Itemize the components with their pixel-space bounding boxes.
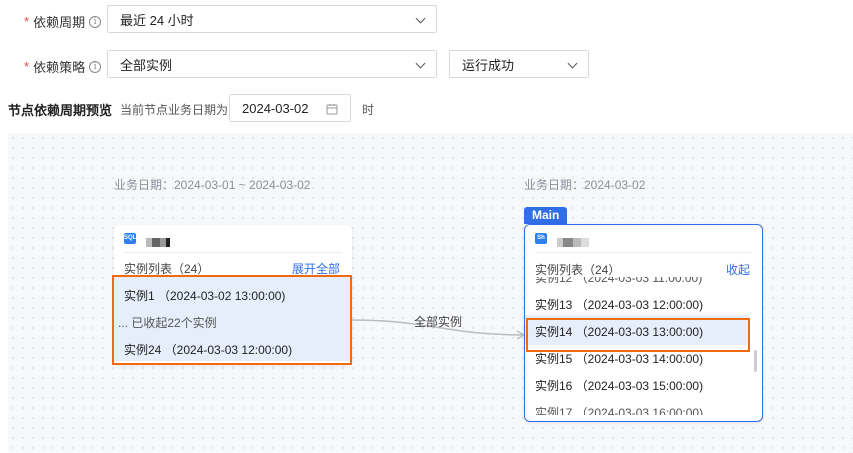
date-value: 2024-03-02 <box>242 100 309 116</box>
info-icon[interactable]: i <box>89 15 102 28</box>
required-mark: * <box>24 14 30 29</box>
period-row: * 依赖周期 i <box>24 12 102 31</box>
hour-suffix: 时 <box>362 103 375 117</box>
required-mark: * <box>24 59 30 74</box>
strategy-label-group: * 依赖策略 i <box>24 57 102 76</box>
period-label-group: * 依赖周期 i <box>24 12 102 31</box>
calendar-icon <box>326 104 338 115</box>
edge-label: 全部实例 <box>414 315 463 329</box>
instance-item[interactable]: 实例13 （2024-03-03 12:00:00) <box>535 296 703 313</box>
status-select[interactable]: 运行成功 <box>449 50 589 78</box>
highlight-box-upstream <box>112 275 352 365</box>
upstream-node-header: SQL <box>124 233 170 248</box>
shell-icon: Sh <box>535 233 547 244</box>
period-label: 依赖周期 <box>33 15 86 30</box>
date-input[interactable]: 2024-03-02 <box>229 94 351 122</box>
instance-item[interactable]: 实例17 （2024-03-03 16:00:00) <box>535 404 703 415</box>
strategy-label: 依赖策略 <box>33 60 86 75</box>
divider <box>124 252 342 253</box>
instance-item[interactable]: 实例12 （2024-03-03 11:00:00) <box>535 277 702 286</box>
sql-icon: SQL <box>124 233 136 244</box>
chevron-down-icon <box>415 13 426 24</box>
instance-item[interactable]: 实例15 （2024-03-03 14:00:00) <box>535 350 703 367</box>
preview-title: 节点依赖周期预览 <box>8 103 113 118</box>
chevron-down-icon <box>567 58 578 69</box>
chevron-down-icon <box>415 58 426 69</box>
dependency-canvas[interactable]: 业务日期：2024-03-01 ~ 2024-03-02 业务日期：2024-0… <box>8 133 853 453</box>
instance-item[interactable]: 实例16 （2024-03-03 15:00:00) <box>535 377 703 394</box>
info-icon[interactable]: i <box>89 60 102 73</box>
status-select-value: 运行成功 <box>462 57 515 73</box>
date-prefix: 当前节点业务日期为 <box>120 103 229 117</box>
period-select-value: 最近 24 小时 <box>120 12 194 28</box>
highlight-box-selected <box>526 318 750 352</box>
strategy-row: * 依赖策略 i <box>24 57 102 76</box>
strategy-select-value: 全部实例 <box>120 57 173 73</box>
masked-node-name <box>146 234 170 248</box>
period-select[interactable]: 最近 24 小时 <box>107 5 437 33</box>
main-badge: Main <box>524 207 568 224</box>
strategy-select[interactable]: 全部实例 <box>107 50 437 78</box>
scrollbar[interactable] <box>754 350 757 372</box>
preview-row: 节点依赖周期预览 当前节点业务日期为 <box>8 100 228 119</box>
current-list-title: 实例列表（24） <box>535 263 621 277</box>
divider <box>535 252 752 253</box>
current-node-header: Sh <box>535 233 589 248</box>
collapse-link[interactable]: 收起 <box>726 261 750 278</box>
masked-node-name <box>557 234 589 248</box>
